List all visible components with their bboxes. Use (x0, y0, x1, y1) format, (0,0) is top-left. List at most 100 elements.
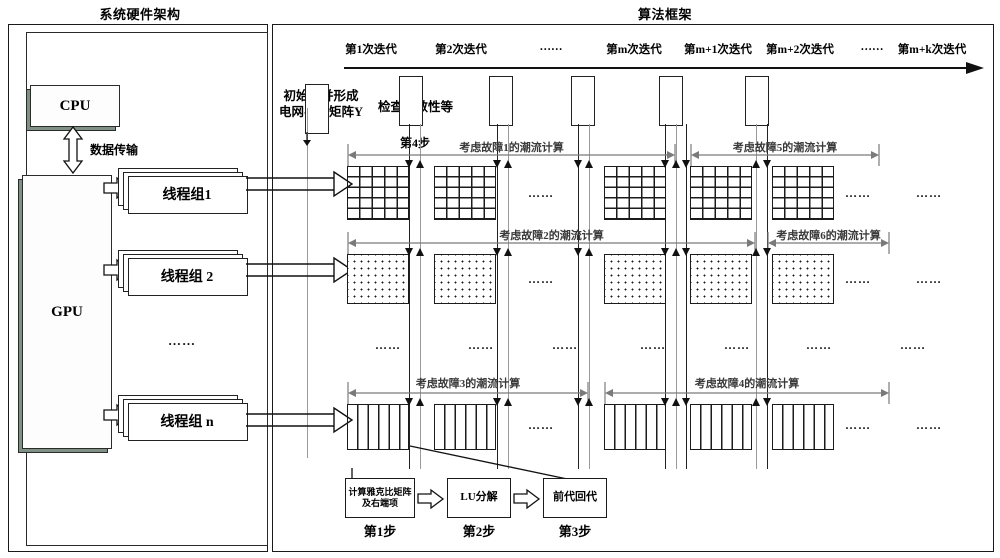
rail-tick-arrow-6-2 (585, 248, 593, 256)
step1-to-step2-arrow (417, 488, 445, 510)
vertical-rail-9 (676, 124, 677, 469)
fault-row-1-block-1 (347, 166, 409, 220)
iteration-axis-arrow (344, 62, 984, 74)
threadgroup1-to-block-arrow (246, 170, 354, 198)
step-3-label: 第3步 (558, 524, 592, 539)
cpu-label: CPU (59, 97, 91, 114)
rail-tick-arrow-11-2 (763, 248, 771, 256)
fault-row-3-block-5 (772, 404, 834, 450)
step-1-text-line1: 计算雅克比矩阵 (348, 486, 412, 497)
rail-tick-arrow-7-1 (661, 160, 669, 168)
thread-group-2-label: 线程组 2 (160, 270, 214, 285)
vertical-rail-1 (307, 108, 308, 458)
iteration-label-3: …… (539, 41, 563, 53)
rail-tick-arrow-5-3 (574, 398, 582, 406)
cpu-block: CPU (30, 85, 120, 127)
iteration-label-5: 第m+1次迭代 (684, 44, 752, 56)
iteration-label-6: 第m+2次迭代 (766, 44, 834, 56)
ellipsis-13: …… (640, 338, 666, 352)
thread-group-ellipsis: …… (168, 333, 196, 348)
fault-row-1-block-2 (434, 166, 496, 220)
threadgroupn-to-block-arrow (246, 406, 354, 434)
convergence-box-2 (489, 76, 513, 126)
convergence-box-5 (745, 76, 769, 126)
convergence-box-4 (659, 76, 683, 126)
ellipsis-2: …… (845, 186, 871, 200)
fault-row-1-block-5 (772, 166, 834, 220)
rail-tick-arrow-5-1 (574, 160, 582, 168)
data-transfer-label: 数据传输 (90, 143, 139, 157)
fault-row-1-block-4 (690, 166, 752, 220)
ellipsis-11: …… (468, 338, 494, 352)
step-1-box[interactable]: 计算雅克比矩阵 及右端项 (345, 478, 415, 518)
fault-span-label-2: 考虑故障5的潮流计算 (732, 142, 838, 154)
rail-tick-arrow-10-1 (752, 160, 760, 168)
rail-tick-arrow-9-1 (682, 160, 690, 168)
step-3-box[interactable]: 前代回代 (543, 478, 607, 518)
rail-tick-arrow-8-1 (672, 160, 680, 168)
rail-tick-arrow-4-1 (504, 160, 512, 168)
ellipsis-3: …… (916, 186, 942, 200)
step-2-box[interactable]: LU分解 (447, 478, 511, 518)
rail-tick-arrow-4-2 (504, 248, 512, 256)
ellipsis-12: …… (552, 338, 578, 352)
rail-tick-arrow-2-2 (416, 248, 424, 256)
rail-tick-arrow-8-3 (672, 398, 680, 406)
rail-tick-arrow-2-3 (416, 398, 424, 406)
fault-span-label-1: 考虑故障1的潮流计算 (459, 142, 564, 154)
step-1-label: 第1步 (363, 524, 397, 539)
thread-group-n-label: 线程组 n (160, 415, 214, 430)
rail-tick-arrow-9-2 (682, 248, 690, 256)
fault-span-label-5: 考虑故障3的潮流计算 (415, 378, 521, 390)
fault-span-label-6: 考虑故障4的潮流计算 (694, 378, 800, 390)
thread-group-1[interactable]: 线程组1 (118, 168, 248, 214)
vertical-rail-10 (686, 124, 687, 469)
fault-span-label-4: 考虑故障6的潮流计算 (776, 230, 881, 242)
step-2-text: LU分解 (460, 491, 498, 504)
thread-group-1-label: 线程组1 (162, 188, 212, 203)
rail-tick-arrow-10-2 (752, 248, 760, 256)
vertical-rail-11 (756, 124, 757, 469)
rail-tick-arrow-3-2 (493, 248, 501, 256)
ellipsis-14: …… (724, 338, 750, 352)
rail-tick-arrow-2-1 (416, 160, 424, 168)
initialization-box (305, 84, 329, 134)
thread-group-n[interactable]: 线程组 n (118, 395, 248, 441)
fault-row-2-block-1 (347, 254, 409, 304)
right-panel-title: 算法框架 (637, 7, 692, 22)
iteration-label-1: 第1次迭代 (345, 44, 397, 56)
thread-group-2[interactable]: 线程组 2 (118, 250, 248, 296)
ellipsis-6: …… (916, 272, 942, 286)
fault-row-3-block-3 (604, 404, 666, 450)
ellipsis-8: …… (845, 418, 871, 432)
rail-tick-arrow-10-3 (752, 398, 760, 406)
rail-tick-arrow-6-1 (585, 160, 593, 168)
iteration-label-4: 第m次迭代 (606, 44, 662, 56)
rail-tick-arrow-1-3 (405, 398, 413, 406)
rail-tick-arrow-3-1 (493, 160, 501, 168)
step2-to-step3-arrow (513, 488, 541, 510)
step-3-text: 前代回代 (553, 491, 597, 504)
initialization-down-arrow (303, 132, 311, 146)
rail-tick-arrow-8-2 (672, 248, 680, 256)
fault-row-2-block-2 (434, 254, 496, 304)
threadgroup2-to-block-arrow (246, 256, 354, 284)
ellipsis-4: …… (528, 272, 554, 286)
fault-row-2-block-5 (772, 254, 834, 304)
rail-tick-arrow-5-2 (574, 248, 582, 256)
rail-tick-arrow-3-3 (493, 398, 501, 406)
fault-span-label-3: 考虑故障2的潮流计算 (499, 230, 604, 242)
left-panel-title: 系统硬件架构 (99, 7, 181, 22)
ellipsis-9: …… (916, 418, 942, 432)
data-transfer-arrow (62, 125, 84, 175)
vertical-rail-12 (767, 124, 768, 469)
fault-row-2-block-3 (604, 254, 666, 304)
fault-row-3-block-4 (690, 404, 752, 450)
step-1-text-line2: 及右端项 (361, 498, 398, 508)
convergence-box-3 (571, 76, 595, 126)
gpu-block: GPU (22, 175, 112, 449)
detail-callout-lines (351, 445, 573, 481)
rail-tick-arrow-11-1 (763, 160, 771, 168)
iteration-label-2: 第2次迭代 (435, 44, 487, 56)
iteration-label-8: 第m+k次迭代 (897, 44, 967, 56)
